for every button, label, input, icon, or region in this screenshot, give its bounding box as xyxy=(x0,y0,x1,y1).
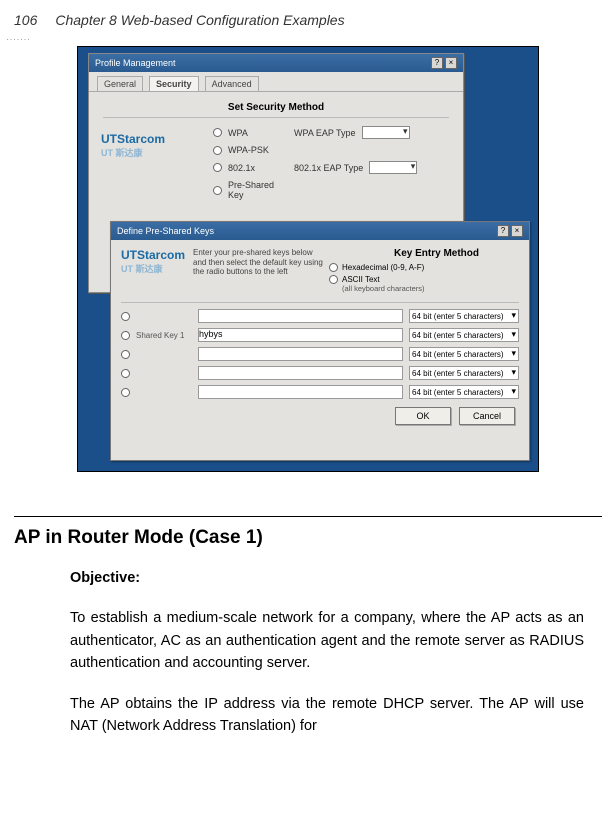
tab-security[interactable]: Security xyxy=(149,76,199,91)
tab-strip: General Security Advanced xyxy=(89,72,463,92)
chapter-title: Chapter 8 Web-based Configuration Exampl… xyxy=(55,12,344,28)
radio-icon[interactable] xyxy=(121,369,130,378)
eap-dropdown[interactable] xyxy=(362,126,410,139)
kem-label: ASCII Text xyxy=(342,275,380,284)
paragraph-1: To establish a medium-scale network for … xyxy=(70,607,584,674)
opt-wpa[interactable]: WPA WPA EAP Type xyxy=(213,126,449,139)
section-title: AP in Router Mode (Case 1) xyxy=(14,527,602,549)
page-number: 106 xyxy=(14,12,37,28)
window-titlebar: Profile Management ? × xyxy=(89,54,463,72)
window-title: Define Pre-Shared Keys xyxy=(117,226,214,236)
key-input[interactable] xyxy=(198,347,403,361)
key-label: Shared Key 1 xyxy=(136,331,192,340)
opt-8021x[interactable]: 802.1x 802.1x EAP Type xyxy=(213,161,449,174)
brand-logo: UTStarcom UT 斯达康 xyxy=(101,132,165,159)
key-row-2: 64 bit (enter 5 characters) xyxy=(121,347,519,361)
window-titlebar: Define Pre-Shared Keys ? × xyxy=(111,222,529,240)
radio-icon[interactable] xyxy=(121,331,130,340)
paragraph-2: The AP obtains the IP address via the re… xyxy=(70,693,584,738)
decorative-dots: · · · · · · · xyxy=(6,34,29,44)
kem-label: Hexadecimal (0-9, A-F) xyxy=(342,263,424,272)
dialog-button-row: OK Cancel xyxy=(121,407,519,425)
opt-label: WPA-PSK xyxy=(228,145,288,155)
key-row-0: 64 bit (enter 5 characters) xyxy=(121,309,519,323)
window-title: Profile Management xyxy=(95,58,176,68)
radio-icon[interactable] xyxy=(121,350,130,359)
key-input[interactable] xyxy=(198,366,403,380)
close-icon[interactable]: × xyxy=(445,57,457,69)
kem-hex[interactable]: Hexadecimal (0-9, A-F) xyxy=(329,263,519,272)
opt-psk[interactable]: Pre-Shared Key xyxy=(213,180,449,200)
body-text: Objective: To establish a medium-scale n… xyxy=(70,567,584,738)
eap-label: 802.1x EAP Type xyxy=(294,163,363,173)
help-icon[interactable]: ? xyxy=(497,225,509,237)
key-row-3: 64 bit (enter 5 characters) xyxy=(121,366,519,380)
help-icon[interactable]: ? xyxy=(431,57,443,69)
radio-icon[interactable] xyxy=(213,163,222,172)
section-rule xyxy=(14,516,602,517)
opt-label: 802.1x xyxy=(228,163,288,173)
instructions-text: Enter your pre-shared keys below and the… xyxy=(193,248,323,296)
key-input[interactable] xyxy=(198,309,403,323)
opt-label: WPA xyxy=(228,128,288,138)
brand-text: UTStarcom xyxy=(121,248,185,262)
key-entry-heading: Key Entry Method xyxy=(329,248,519,259)
screenshot-figure: Profile Management ? × General Security … xyxy=(77,46,539,472)
page-header: 106 Chapter 8 Web-based Configuration Ex… xyxy=(0,0,616,36)
key-length-select[interactable]: 64 bit (enter 5 characters) xyxy=(409,385,519,399)
close-icon[interactable]: × xyxy=(511,225,523,237)
key-row-4: 64 bit (enter 5 characters) xyxy=(121,385,519,399)
tab-general[interactable]: General xyxy=(97,76,143,91)
divider xyxy=(121,302,519,303)
kem-ascii[interactable]: ASCII Text (all keyboard characters) xyxy=(329,275,519,293)
key-row-1: Shared Key 1 hybys 64 bit (enter 5 chara… xyxy=(121,328,519,342)
security-options: WPA WPA EAP Type WPA-PSK 802.1x 802.1x E… xyxy=(213,126,449,200)
eap-dropdown[interactable] xyxy=(369,161,417,174)
radio-icon[interactable] xyxy=(213,128,222,137)
key-input[interactable] xyxy=(198,385,403,399)
define-keys-window: Define Pre-Shared Keys ? × UTStarcom UT … xyxy=(110,221,530,461)
key-length-select[interactable]: 64 bit (enter 5 characters) xyxy=(409,328,519,342)
radio-icon[interactable] xyxy=(213,186,222,195)
key-length-select[interactable]: 64 bit (enter 5 characters) xyxy=(409,366,519,380)
cancel-button[interactable]: Cancel xyxy=(459,407,515,425)
brand-subtext: UT 斯达康 xyxy=(101,146,165,159)
kem-sublabel: (all keyboard characters) xyxy=(342,284,425,293)
opt-wpa-psk[interactable]: WPA-PSK xyxy=(213,145,449,155)
brand-subtext: UT 斯达康 xyxy=(121,262,185,275)
eap-label: WPA EAP Type xyxy=(294,128,356,138)
brand-text: UTStarcom xyxy=(101,132,165,146)
tab-advanced[interactable]: Advanced xyxy=(205,76,259,91)
keys-panel: UTStarcom UT 斯达康 Enter your pre-shared k… xyxy=(111,240,529,433)
radio-icon[interactable] xyxy=(121,312,130,321)
key-input[interactable]: hybys xyxy=(198,328,403,342)
radio-icon[interactable] xyxy=(329,275,338,284)
opt-label: Pre-Shared Key xyxy=(228,180,288,200)
security-heading: Set Security Method xyxy=(103,102,449,118)
objective-label: Objective: xyxy=(70,567,584,589)
brand-logo: UTStarcom UT 斯达康 xyxy=(121,248,185,296)
ok-button[interactable]: OK xyxy=(395,407,451,425)
key-length-select[interactable]: 64 bit (enter 5 characters) xyxy=(409,347,519,361)
radio-icon[interactable] xyxy=(121,388,130,397)
radio-icon[interactable] xyxy=(329,263,338,272)
key-length-select[interactable]: 64 bit (enter 5 characters) xyxy=(409,309,519,323)
radio-icon[interactable] xyxy=(213,146,222,155)
